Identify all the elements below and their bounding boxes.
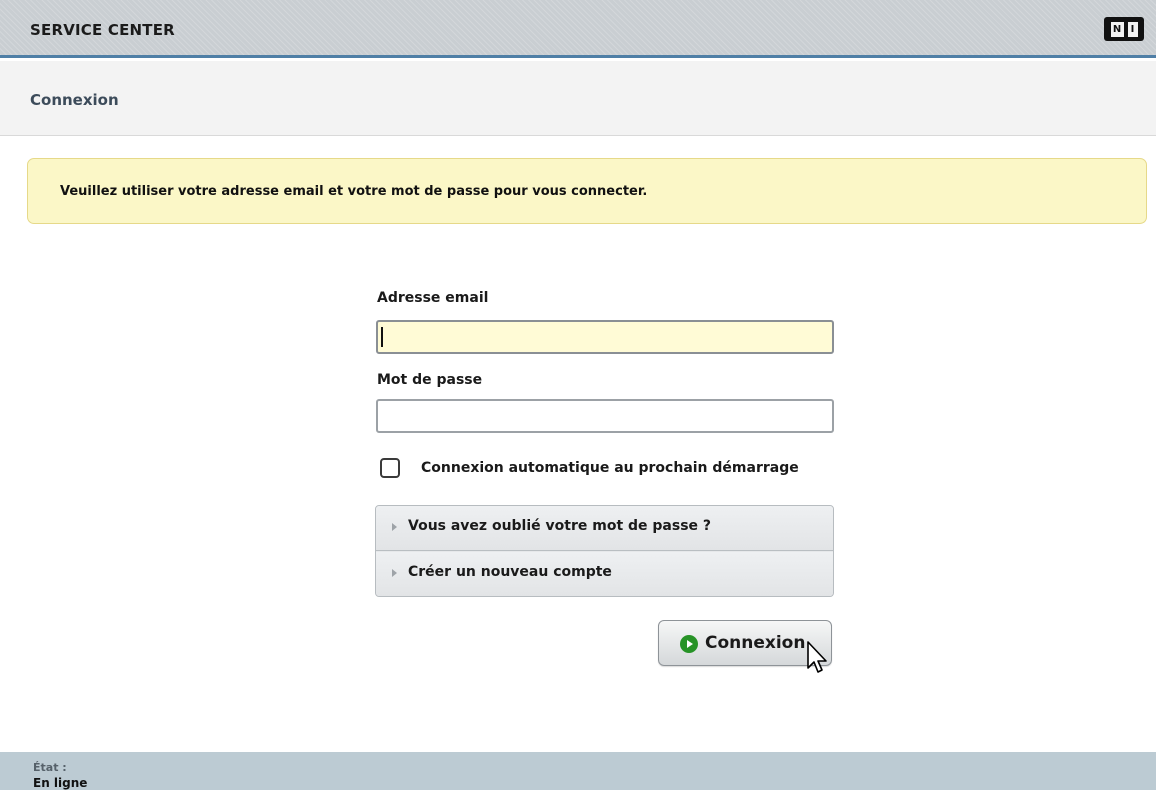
status-bar: État : En ligne xyxy=(0,752,1156,790)
mouse-pointer-icon xyxy=(807,641,827,673)
autologin-checkbox[interactable] xyxy=(380,458,400,478)
password-label: Mot de passe xyxy=(377,372,483,388)
expand-arrow-icon xyxy=(392,569,397,577)
ni-logo-i: I xyxy=(1127,21,1138,37)
page-title: Connexion xyxy=(30,91,119,109)
email-label: Adresse email xyxy=(377,290,489,306)
account-links-panel: Vous avez oublié votre mot de passe ? Cr… xyxy=(375,505,834,597)
info-notice: Veuillez utiliser votre adresse email et… xyxy=(27,158,1147,224)
status-value: En ligne xyxy=(33,776,88,790)
section-header: Connexion xyxy=(0,61,1156,136)
status-label: État : xyxy=(33,761,67,774)
service-center-window: SERVICE CENTER N I Connexion Veuillez ut… xyxy=(0,0,1156,790)
create-account-label[interactable]: Créer un nouveau compte xyxy=(408,564,612,580)
play-circle-icon xyxy=(680,635,698,653)
ni-logo: N I xyxy=(1104,17,1144,41)
ni-logo-n: N xyxy=(1110,21,1124,37)
autologin-label[interactable]: Connexion automatique au prochain démarr… xyxy=(421,458,799,478)
app-title: SERVICE CENTER xyxy=(30,21,175,39)
password-field[interactable] xyxy=(376,399,834,433)
notice-text: Veuillez utiliser votre adresse email et… xyxy=(60,184,648,199)
forgot-password-label[interactable]: Vous avez oublié votre mot de passe ? xyxy=(408,518,711,534)
text-caret xyxy=(381,327,383,347)
login-button-label[interactable]: Connexion xyxy=(705,633,805,653)
title-bar: SERVICE CENTER N I xyxy=(0,0,1156,58)
create-account-link[interactable]: Créer un nouveau compte xyxy=(376,552,833,596)
email-field[interactable] xyxy=(376,320,834,354)
forgot-password-link[interactable]: Vous avez oublié votre mot de passe ? xyxy=(376,506,833,551)
expand-arrow-icon xyxy=(392,523,397,531)
